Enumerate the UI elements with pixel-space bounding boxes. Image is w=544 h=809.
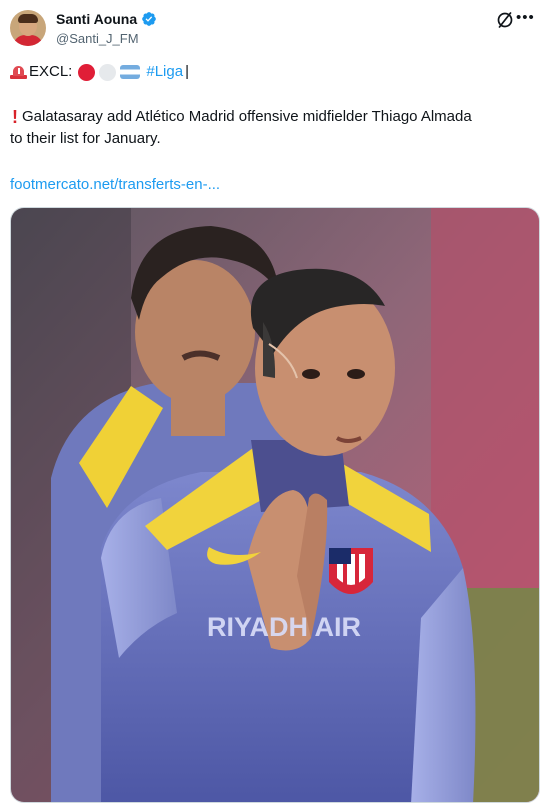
- excl-label: EXCL:: [29, 63, 73, 80]
- hashtag-liga-link[interactable]: #Liga: [146, 62, 183, 82]
- article-link[interactable]: footmercato.net/transferts-en-...: [10, 175, 220, 195]
- author-handle[interactable]: @Santi_J_FM: [56, 31, 139, 46]
- pipe-separator: |: [185, 63, 189, 80]
- jersey-sponsor: RIYADH AIR: [207, 612, 361, 642]
- tweet-header: Santi Aouna @Santi_J_FM •••: [0, 0, 544, 56]
- siren-icon: [10, 64, 27, 80]
- tweet-text-line-2: ! Galatasaray add Atlético Madrid offens…: [10, 107, 472, 127]
- tweet-body-line-3: to their list for January.: [10, 130, 161, 147]
- club-badge-icon: [329, 548, 373, 594]
- grok-icon[interactable]: [495, 10, 515, 30]
- author-avatar[interactable]: [10, 10, 46, 46]
- author-name-row[interactable]: Santi Aouna: [56, 11, 157, 27]
- exclamation-icon: !: [12, 107, 18, 127]
- sponsor-text: RIYADH AIR: [207, 612, 361, 642]
- tweet-body-line-2: Galatasaray add Atlético Madrid offensiv…: [22, 108, 472, 125]
- player-photo: RIYADH AIR: [11, 208, 539, 802]
- white-circle-icon: [99, 63, 117, 81]
- verified-badge-icon: [142, 12, 156, 26]
- tweet-media-image[interactable]: RIYADH AIR: [10, 207, 540, 803]
- more-icon[interactable]: •••: [516, 9, 536, 29]
- argentina-flag-icon: [120, 65, 141, 79]
- author-name[interactable]: Santi Aouna: [56, 11, 137, 27]
- tweet-text-line-1: EXCL: #Liga |: [10, 62, 189, 82]
- red-circle-icon: [78, 63, 96, 81]
